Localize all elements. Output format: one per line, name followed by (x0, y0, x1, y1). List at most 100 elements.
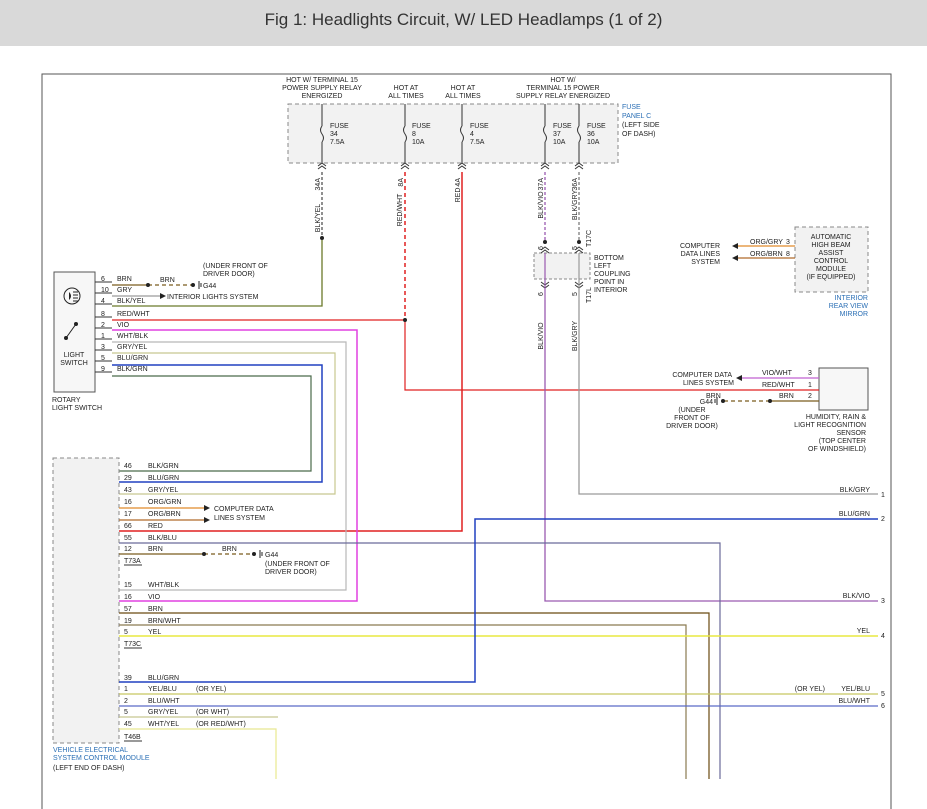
wire-gry-yel (112, 352, 336, 495)
fuse-name: FUSE (587, 123, 606, 130)
vecm-wire: BLU/WHT (148, 698, 180, 705)
wire-node (320, 236, 324, 240)
continuation-wire: BLU/GRN (839, 511, 870, 518)
fuse-rating: 7.5A (330, 139, 345, 146)
power-label-line: HOT AT (451, 85, 476, 92)
fuse-name: FUSE (470, 123, 489, 130)
vecm-pin: 2 (124, 698, 128, 705)
switch-wire: WHT/BLK (117, 333, 148, 340)
switch-pin: 5 (101, 355, 105, 362)
vecm-note: (OR RED/WHT) (196, 721, 246, 728)
vecm-wire: YEL (148, 629, 161, 636)
vecm-ground-brn: BRN (222, 546, 237, 553)
vecm-sublabel: (LEFT END OF DASH) (53, 765, 124, 772)
coupling-pin-top-5: 5 (572, 246, 579, 250)
vecm-wire: WHT/YEL (148, 721, 179, 728)
continuation-wire: BLU/WHT (839, 698, 871, 705)
vecm-pin: 55 (124, 535, 132, 542)
switch-wire: GRY/YEL (117, 344, 147, 351)
switch-pin: 2 (101, 322, 105, 329)
power-label-line: SUPPLY RELAY ENERGIZED (516, 93, 610, 100)
coupling-label: BOTTOM LEFT COUPLING POINT IN INTERIOR (594, 255, 631, 294)
wire-node (577, 240, 581, 244)
switch-pin: 4 (101, 298, 105, 305)
continuation-wire: BLK/VIO (843, 593, 871, 600)
wire-label-blk-gry: BLK/GRY (572, 190, 579, 221)
light-switch-caption: LIGHT SWITCH (52, 405, 102, 412)
rain-sensor-label-line: OF WINDSHIELD) (808, 446, 866, 453)
fuse-panel-label-line: (LEFT SIDE (622, 122, 660, 129)
wire-label-blk-yel: BLK/YEL (315, 204, 322, 233)
continuation-wire: YEL/BLU (841, 686, 870, 693)
fuse-rating: 10A (412, 139, 425, 146)
pin-label-36a: 36A (572, 178, 579, 191)
sensor-ground-location: (UNDER FRONT OF DRIVER DOOR) (666, 407, 718, 430)
wire-wht-yel (119, 728, 277, 779)
vecm-connector-t73a: T73A (124, 558, 141, 565)
sensor-pin-1: 1 (808, 382, 812, 389)
vecm-pin: 15 (124, 582, 132, 589)
module-label-line: AUTOMATIC (811, 234, 852, 241)
fuse-panel-label-line: FUSE (622, 104, 641, 111)
wire-brn-57 (119, 612, 710, 779)
rain-sensor-label-line: SENSOR (836, 430, 866, 437)
switch-wire: BRN (117, 276, 132, 283)
vecm-wire: YEL/BLU (148, 686, 177, 693)
coupling-label-line: COUPLING (594, 271, 631, 278)
sensor-computer-label-line: COMPUTER DATA (672, 372, 732, 379)
coupling-label-line: BOTTOM (594, 255, 624, 262)
wire-node (721, 399, 725, 403)
fuse-name: FUSE (330, 123, 349, 130)
vecm-pin: 43 (124, 487, 132, 494)
switch-pin: 8 (101, 311, 105, 318)
vecm-wire: ORG/BRN (148, 511, 181, 518)
power-label-hot-all-4: HOT AT ALL TIMES (445, 85, 481, 100)
module-location-line: INTERIOR (835, 295, 868, 302)
module-location-line: MIRROR (840, 311, 868, 318)
fuse-rating: 10A (553, 139, 566, 146)
module-label-line: HIGH BEAM (811, 242, 850, 249)
pin-label-8a: 8A (398, 178, 405, 187)
coupling-box (533, 252, 591, 280)
wire-blk-grn (112, 375, 312, 472)
power-label-line: HOT AT (394, 85, 419, 92)
hb-wire-org-gry: ORG/GRY (750, 239, 783, 246)
rain-sensor-label-line: (TOP CENTER (819, 438, 866, 445)
fuse-number: 36 (587, 131, 595, 138)
power-label-line: ALL TIMES (388, 93, 424, 100)
sensor-wire-vio-wht: VIO/WHT (762, 370, 793, 377)
vecm-pin: 45 (124, 721, 132, 728)
vecm-pin: 46 (124, 463, 132, 470)
wiring-diagram: FUSE PANEL C (LEFT SIDE OF DASH) HOT W/ … (41, 73, 892, 809)
switch-wire: VIO (117, 322, 130, 329)
vecm-box (52, 457, 120, 744)
continuation-wire: BLK/GRY (840, 487, 871, 494)
power-label-hot-all-8: HOT AT ALL TIMES (388, 85, 424, 100)
fuse-number: 34 (330, 131, 338, 138)
wire-node (191, 283, 195, 287)
vecm-pin: 16 (124, 499, 132, 506)
power-label-hot15-b: HOT W/ TERMINAL 15 POWER SUPPLY RELAY EN… (516, 77, 610, 100)
light-switch-box (53, 271, 96, 393)
power-label-line: HOT W/ TERMINAL 15 (286, 77, 358, 84)
sensor-ground-location-line: DRIVER DOOR) (666, 423, 718, 430)
vecm-pin: 39 (124, 675, 132, 682)
switch-wire: GRY (117, 287, 132, 294)
switch-wire: BLK/YEL (117, 298, 146, 305)
arrow-right-icon (160, 293, 166, 299)
vecm-note: (OR WHT) (196, 709, 229, 716)
sensor-pin-3: 3 (808, 370, 812, 377)
vecm-wire: RED (148, 523, 163, 530)
switch-ground-label: G44 (203, 283, 216, 290)
fuse-rating: 7.5A (470, 139, 485, 146)
vecm-pin: 5 (124, 709, 128, 716)
wire-label-red: RED (455, 188, 462, 203)
power-label-hot15-a: HOT W/ TERMINAL 15 POWER SUPPLY RELAY EN… (282, 77, 362, 100)
wire-label-blk-gry-lower: BLK/GRY (572, 321, 579, 352)
wire-splice (403, 318, 407, 322)
vecm-pin: 17 (124, 511, 132, 518)
hb-wire-org-brn: ORG/BRN (750, 251, 783, 258)
module-label-line: CONTROL (814, 258, 848, 265)
vecm-computer-label: LINES SYSTEM (214, 515, 265, 522)
vecm-wire: BLK/BLU (148, 535, 177, 542)
